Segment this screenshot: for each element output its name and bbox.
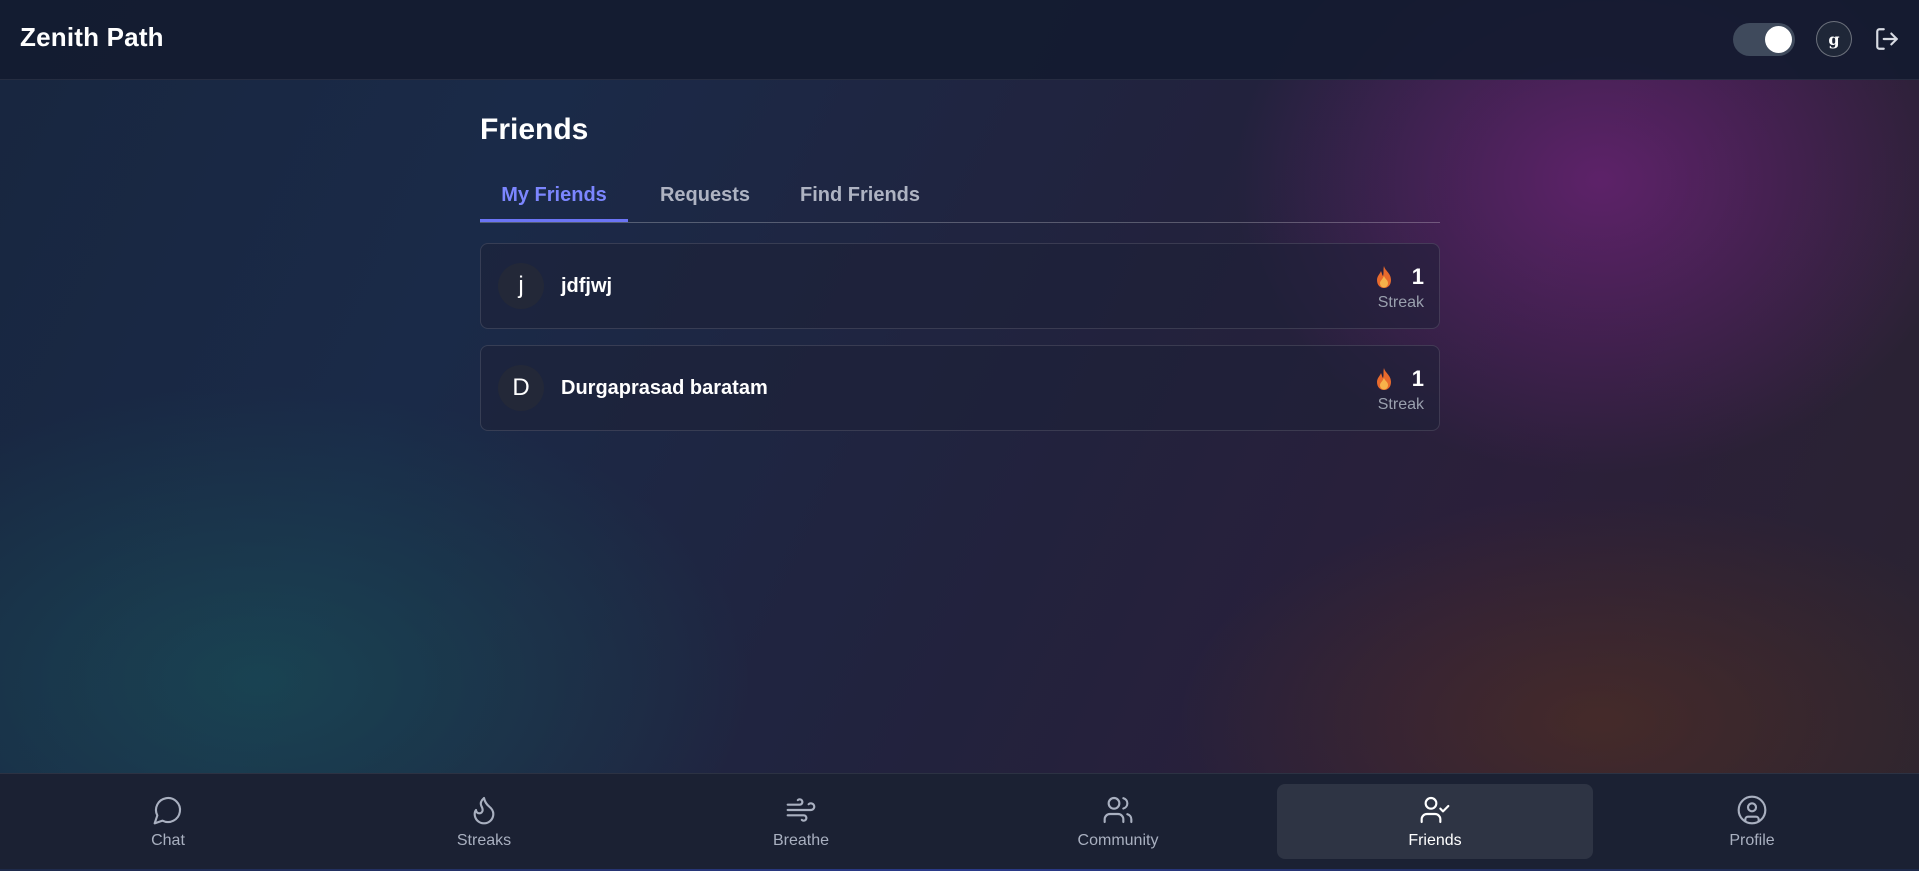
streak-label: Streak [1377, 396, 1424, 413]
friend-card[interactable]: D Durgaprasad baratam 1 Streak [480, 345, 1440, 431]
nav-label: Chat [151, 832, 185, 849]
nav-friends[interactable]: Friends [1277, 784, 1593, 859]
user-avatar[interactable]: g [1816, 21, 1852, 57]
toggle-knob [1765, 26, 1792, 53]
friends-tabs: My Friends Requests Find Friends [480, 176, 1440, 223]
page-title: Friends [480, 113, 589, 146]
top-bar: Zenith Path g [0, 0, 1919, 80]
tab-find-friends[interactable]: Find Friends [775, 176, 945, 222]
nav-chat[interactable]: Chat [10, 784, 326, 859]
fire-icon [1374, 367, 1394, 391]
friend-name: jdfjwj [561, 275, 613, 297]
nav-breathe[interactable]: Breathe [643, 784, 959, 859]
nav-streaks[interactable]: Streaks [326, 784, 642, 859]
nav-label: Friends [1408, 832, 1462, 849]
nav-label: Profile [1729, 832, 1775, 849]
streak-label: Streak [1377, 294, 1424, 311]
nav-label: Streaks [456, 832, 512, 849]
nav-profile[interactable]: Profile [1594, 784, 1910, 859]
wind-icon [785, 794, 817, 826]
chat-bubble-icon [152, 794, 184, 826]
fire-icon [1374, 265, 1394, 289]
friend-avatar: j [498, 263, 544, 309]
friend-card[interactable]: j jdfjwj 1 Streak [480, 243, 1440, 329]
streak-count: 1 [1411, 366, 1424, 391]
streak-count: 1 [1411, 264, 1424, 289]
user-circle-icon [1736, 794, 1768, 826]
nav-community[interactable]: Community [960, 784, 1276, 859]
tab-requests[interactable]: Requests [635, 176, 775, 222]
logout-icon[interactable] [1874, 26, 1900, 52]
nav-label: Community [1077, 832, 1159, 849]
users-icon [1102, 794, 1134, 826]
friend-avatar: D [498, 365, 544, 411]
theme-toggle[interactable] [1733, 23, 1795, 56]
nav-label: Breathe [772, 832, 830, 849]
tab-my-friends[interactable]: My Friends [480, 176, 628, 222]
user-check-icon [1419, 794, 1451, 826]
app-title[interactable]: Zenith Path [20, 22, 164, 53]
flame-icon [468, 794, 500, 826]
friend-name: Durgaprasad baratam [561, 377, 768, 399]
bottom-nav: Chat Streaks Breathe Community Friends P… [0, 773, 1919, 871]
